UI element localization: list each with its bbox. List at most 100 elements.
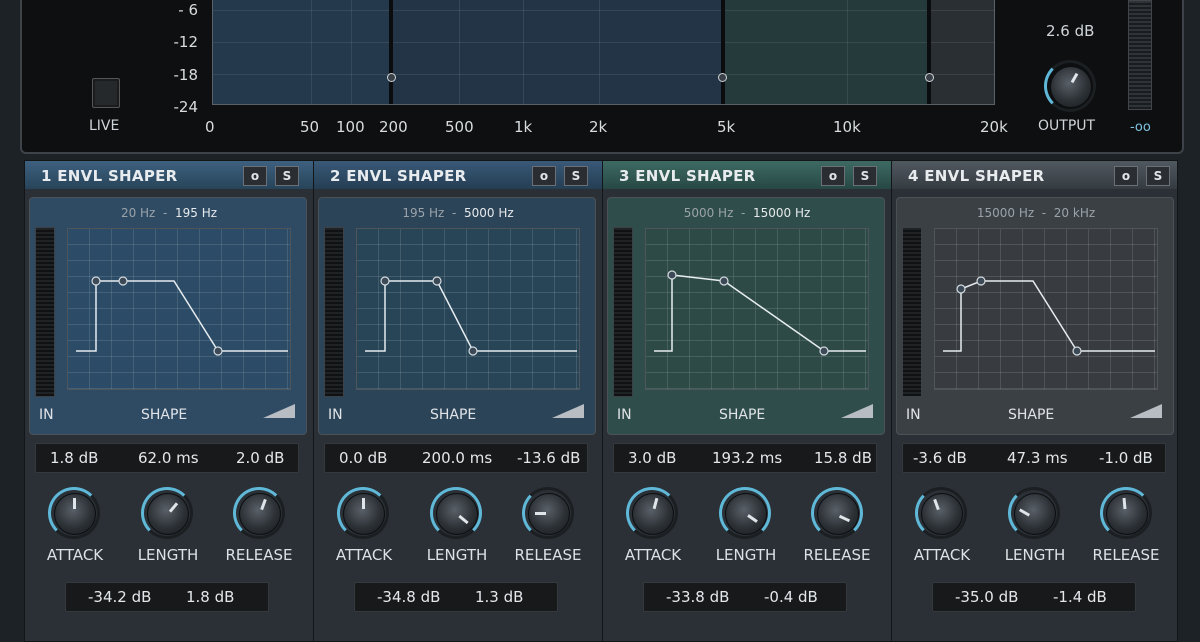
input-meter <box>613 227 633 397</box>
solo-button[interactable]: S <box>1146 166 1170 186</box>
release-point[interactable] <box>468 346 478 356</box>
extra-readout: -34.8 dB 1.3 dB <box>354 582 558 612</box>
band-title: 2 ENVL SHAPER <box>330 167 467 185</box>
attack-knob[interactable] <box>54 493 96 535</box>
attack-point[interactable] <box>380 276 390 286</box>
release-point[interactable] <box>819 346 829 356</box>
split-line-1[interactable] <box>389 0 393 104</box>
release-point[interactable] <box>213 346 223 356</box>
param-readout: 0.0 dB 200.0 ms -13.6 dB <box>324 443 588 473</box>
attack-value[interactable]: 0.0 dB <box>339 449 387 467</box>
extra-readout: -33.8 dB -0.4 dB <box>643 582 847 612</box>
release-knob[interactable] <box>239 493 281 535</box>
x-tick: 500 <box>445 118 474 136</box>
length-label: LENGTH <box>137 546 199 564</box>
release-value[interactable]: -13.6 dB <box>517 449 580 467</box>
bypass-button[interactable]: o <box>1114 166 1138 186</box>
shape-preset-icon[interactable] <box>1130 404 1162 418</box>
frequency-range: 195 Hz - 5000 Hz <box>402 206 514 220</box>
release-label: RELEASE <box>1092 546 1160 564</box>
envelope-shape-graph[interactable] <box>934 228 1158 390</box>
knob-indicator <box>168 502 179 513</box>
release-value[interactable]: -1.0 dB <box>1099 449 1153 467</box>
release-value[interactable]: 2.0 dB <box>236 449 284 467</box>
band-panel-2: 2 ENVL SHAPER o S 195 Hz - 5000 Hz IN SH… <box>313 160 603 642</box>
attack-value[interactable]: 3.0 dB <box>628 449 676 467</box>
extra-readout: -35.0 dB -1.4 dB <box>932 582 1136 612</box>
band-panel-1: 1 ENVL SHAPER o S 20 Hz - 195 Hz IN SHAP… <box>24 160 314 642</box>
attack-label: ATTACK <box>46 546 104 564</box>
x-tick: 10k <box>833 118 861 136</box>
attack-value[interactable]: -3.6 dB <box>913 449 967 467</box>
shape-preset-icon[interactable] <box>841 404 873 418</box>
length-value[interactable]: 200.0 ms <box>422 449 492 467</box>
length-knob[interactable] <box>725 493 767 535</box>
extra-value-1[interactable]: -34.8 dB <box>377 588 440 606</box>
live-button[interactable] <box>92 78 120 108</box>
output-knob[interactable] <box>1050 66 1092 108</box>
release-value[interactable]: 15.8 dB <box>814 449 872 467</box>
length-knob[interactable] <box>1014 493 1056 535</box>
y-tick: -12 <box>173 33 199 51</box>
split-line-2[interactable] <box>721 0 725 104</box>
envelope-shape-graph[interactable] <box>645 228 869 390</box>
shape-preset-icon[interactable] <box>263 404 295 418</box>
output-meter <box>1128 0 1152 110</box>
shape-label: SHAPE <box>1008 407 1055 423</box>
knob-indicator <box>535 512 546 515</box>
extra-value-2[interactable]: -0.4 dB <box>764 588 818 606</box>
length-point[interactable] <box>432 276 442 286</box>
split-line-3[interactable] <box>927 0 931 104</box>
length-value[interactable]: 62.0 ms <box>138 449 199 467</box>
bypass-button[interactable]: o <box>821 166 845 186</box>
release-label: RELEASE <box>225 546 293 564</box>
attack-knob[interactable] <box>921 493 963 535</box>
length-value[interactable]: 193.2 ms <box>712 449 782 467</box>
split-handle-3[interactable] <box>925 73 934 82</box>
in-label: IN <box>39 407 54 423</box>
solo-button[interactable]: S <box>853 166 877 186</box>
bypass-button[interactable]: o <box>243 166 267 186</box>
solo-button[interactable]: S <box>564 166 588 186</box>
band-region-4 <box>929 0 994 104</box>
attack-label: ATTACK <box>913 546 971 564</box>
length-point[interactable] <box>118 276 128 286</box>
extra-value-1[interactable]: -35.0 dB <box>955 588 1018 606</box>
attack-knob[interactable] <box>632 493 674 535</box>
bypass-button[interactable]: o <box>532 166 556 186</box>
attack-knob[interactable] <box>343 493 385 535</box>
y-tick: - 6 <box>178 1 198 19</box>
split-handle-1[interactable] <box>387 73 396 82</box>
param-readout: 1.8 dB 62.0 ms 2.0 dB <box>35 443 299 473</box>
band-split-graph[interactable] <box>212 0 995 105</box>
extra-value-2[interactable]: -1.4 dB <box>1053 588 1107 606</box>
length-knob[interactable] <box>436 493 478 535</box>
length-point[interactable] <box>976 276 986 286</box>
extra-value-1[interactable]: -34.2 dB <box>88 588 151 606</box>
release-knob[interactable] <box>1106 493 1148 535</box>
envelope-shape-graph[interactable] <box>67 228 291 390</box>
in-label: IN <box>617 407 632 423</box>
extra-value-1[interactable]: -33.8 dB <box>666 588 729 606</box>
length-knob[interactable] <box>147 493 189 535</box>
extra-value-2[interactable]: 1.8 dB <box>186 588 234 606</box>
attack-point[interactable] <box>91 276 101 286</box>
x-tick: 20k <box>980 118 1008 136</box>
attack-point[interactable] <box>667 270 677 280</box>
attack-point[interactable] <box>956 284 966 294</box>
solo-button[interactable]: S <box>275 166 299 186</box>
extra-value-2[interactable]: 1.3 dB <box>475 588 523 606</box>
release-point[interactable] <box>1072 346 1082 356</box>
split-handle-2[interactable] <box>718 73 727 82</box>
band-header: 4 ENVL SHAPER o S <box>892 161 1177 189</box>
attack-value[interactable]: 1.8 dB <box>50 449 98 467</box>
length-point[interactable] <box>719 276 729 286</box>
envelope-shape-graph[interactable] <box>356 228 580 390</box>
release-knob[interactable] <box>817 493 859 535</box>
release-knob[interactable] <box>528 493 570 535</box>
frequency-range: 5000 Hz - 15000 Hz <box>683 206 811 220</box>
x-tick: 0 <box>205 118 215 136</box>
length-value[interactable]: 47.3 ms <box>1007 449 1068 467</box>
knob-indicator <box>1018 508 1031 517</box>
shape-preset-icon[interactable] <box>552 404 584 418</box>
